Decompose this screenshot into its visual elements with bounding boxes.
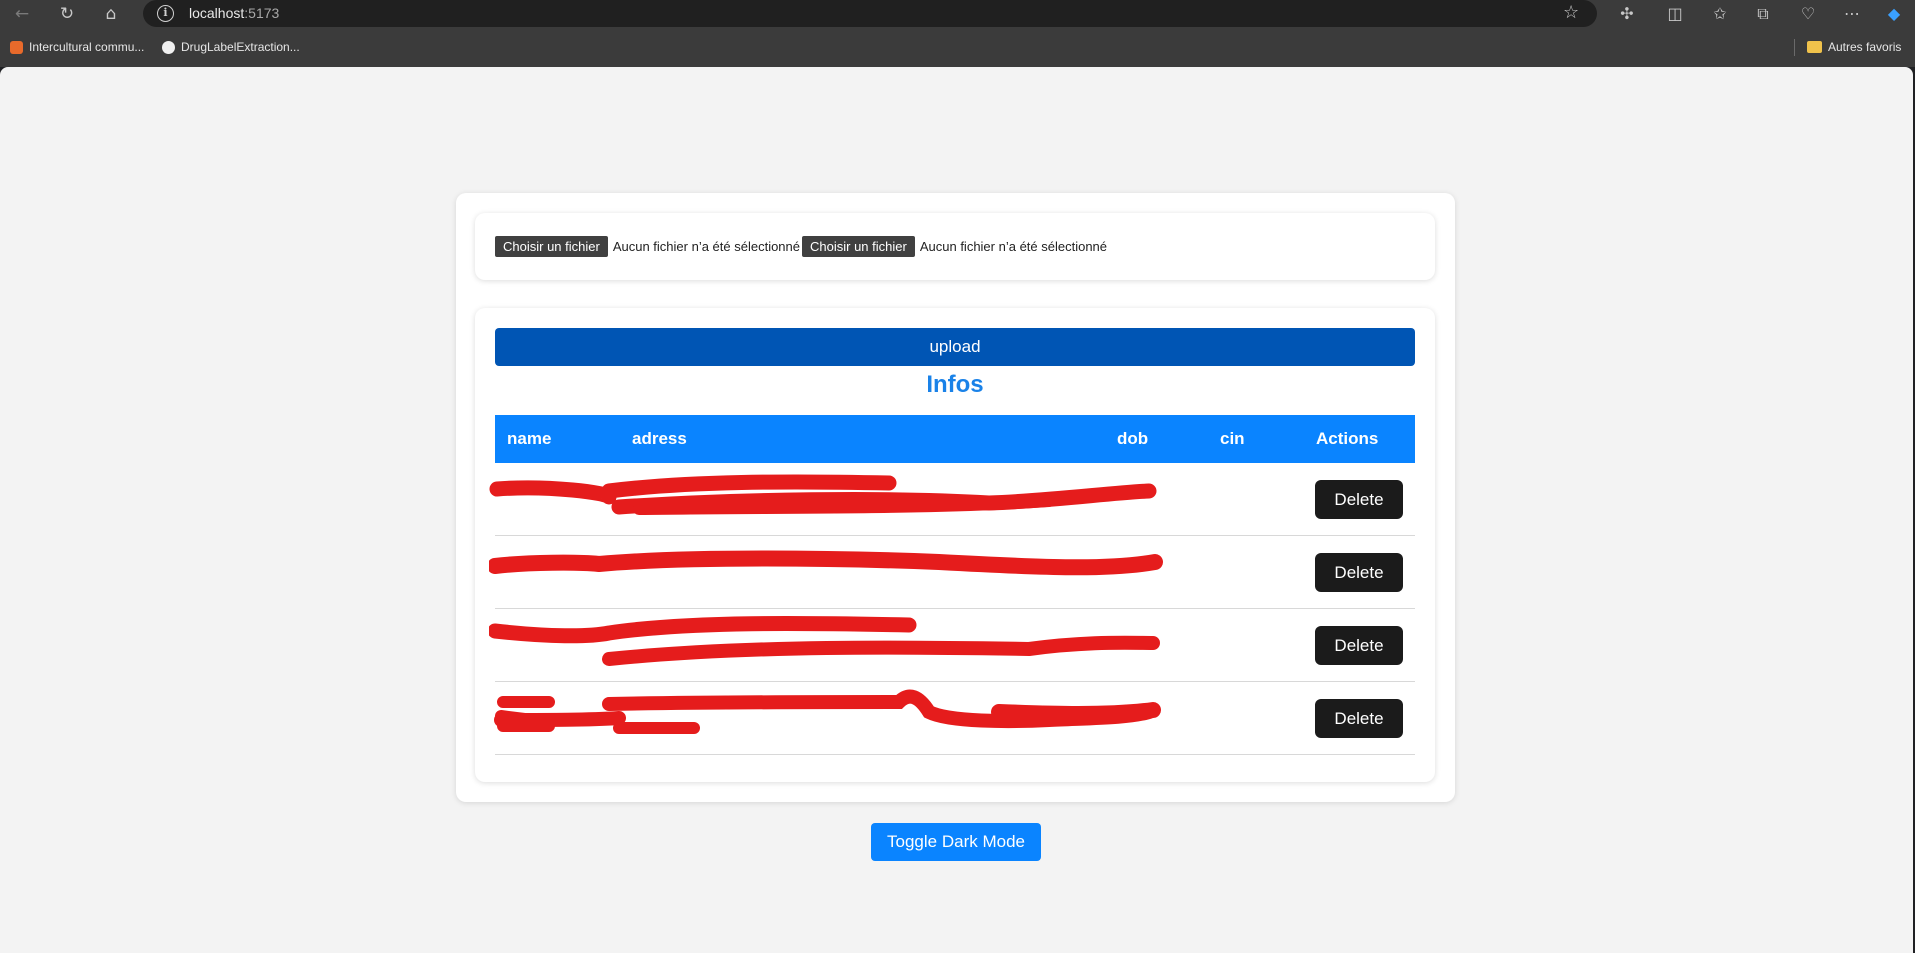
favorite-star-icon[interactable]: ☆ bbox=[1563, 2, 1579, 23]
folder-icon bbox=[1807, 41, 1822, 53]
infos-card: upload Infos name adress dob cin Actions bbox=[475, 308, 1435, 782]
bookmark-label: Intercultural commu... bbox=[29, 40, 145, 54]
bookmark-label: DrugLabelExtraction... bbox=[181, 40, 300, 54]
table-row: Delete bbox=[489, 463, 1415, 536]
collections-icon[interactable]: ⧉ bbox=[1751, 2, 1775, 26]
bookmark-druglabel[interactable]: DrugLabelExtraction... bbox=[162, 40, 300, 54]
favorites-icon[interactable]: ✩ bbox=[1708, 2, 1732, 26]
redaction-scribble bbox=[489, 615, 1160, 666]
header-name: name bbox=[507, 429, 552, 448]
file-status-1: Aucun fichier n’a été sélectionné bbox=[612, 239, 801, 254]
home-icon[interactable]: ⌂ bbox=[99, 2, 123, 26]
github-icon bbox=[162, 40, 175, 54]
table-header: name adress dob cin Actions bbox=[495, 415, 1415, 463]
delete-button[interactable]: Delete bbox=[1315, 480, 1403, 519]
header-cin: cin bbox=[1220, 429, 1245, 448]
bookmark-favicon-icon bbox=[10, 40, 23, 54]
toggle-dark-mode-button[interactable]: Toggle Dark Mode bbox=[871, 823, 1041, 861]
extensions-icon[interactable]: ✣ bbox=[1615, 2, 1639, 26]
table-row: Delete bbox=[489, 536, 1415, 609]
site-info-icon[interactable]: i bbox=[157, 5, 174, 22]
more-menu-icon[interactable]: ⋯ bbox=[1840, 2, 1864, 26]
app-card: Choisir un fichier Aucun fichier n’a été… bbox=[456, 193, 1455, 802]
file-status-2: Aucun fichier n’a été sélectionné bbox=[919, 239, 1108, 254]
delete-button[interactable]: Delete bbox=[1315, 626, 1403, 665]
file-input-row: Choisir un fichier Aucun fichier n’a été… bbox=[495, 236, 1109, 257]
choose-file-button-1[interactable]: Choisir un fichier bbox=[495, 236, 608, 257]
file-input-card: Choisir un fichier Aucun fichier n’a été… bbox=[475, 213, 1435, 280]
infos-table: name adress dob cin Actions Delete Delet… bbox=[489, 415, 1415, 755]
delete-button[interactable]: Delete bbox=[1315, 553, 1403, 592]
infos-title: Infos bbox=[926, 371, 984, 398]
redaction-scribble bbox=[489, 550, 1163, 576]
other-favorites-label: Autres favoris bbox=[1828, 40, 1902, 54]
back-icon[interactable]: ← bbox=[10, 2, 34, 26]
bookmark-intercultural[interactable]: Intercultural commu... bbox=[10, 40, 144, 54]
address-url[interactable]: localhost:5173 bbox=[189, 5, 279, 21]
upload-button[interactable]: upload bbox=[495, 328, 1415, 366]
choose-file-button-2[interactable]: Choisir un fichier bbox=[802, 236, 915, 257]
address-bar[interactable] bbox=[143, 0, 1597, 27]
reload-icon[interactable]: ↻ bbox=[55, 2, 79, 26]
other-favorites[interactable]: Autres favoris bbox=[1807, 40, 1901, 54]
header-adress: adress bbox=[632, 429, 687, 448]
copilot-icon[interactable]: ◆ bbox=[1882, 2, 1906, 26]
table-row: Delete bbox=[494, 682, 1415, 755]
header-actions: Actions bbox=[1316, 429, 1379, 448]
redaction-scribble bbox=[494, 689, 1161, 734]
header-dob: dob bbox=[1117, 429, 1149, 448]
split-screen-icon[interactable]: ◫ bbox=[1663, 2, 1687, 26]
redaction-scribble bbox=[489, 474, 1157, 515]
delete-button[interactable]: Delete bbox=[1315, 699, 1403, 738]
page-viewport: Choisir un fichier Aucun fichier n’a été… bbox=[0, 67, 1913, 953]
table-row: Delete bbox=[489, 609, 1415, 682]
browser-essentials-icon[interactable]: ♡ bbox=[1796, 2, 1820, 26]
bookmarks-divider bbox=[1794, 39, 1795, 56]
